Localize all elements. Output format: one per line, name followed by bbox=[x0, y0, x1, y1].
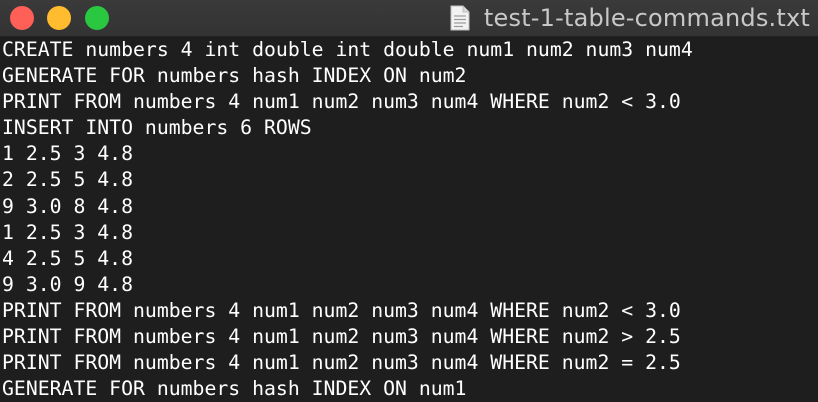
text-line[interactable]: 9 3.0 9 4.8 bbox=[2, 272, 816, 298]
title-bar[interactable]: test-1-table-commands.txt bbox=[0, 0, 818, 37]
text-line[interactable]: 1 2.5 3 4.8 bbox=[2, 141, 816, 167]
text-line[interactable]: GENERATE FOR numbers hash INDEX ON num1 bbox=[2, 376, 816, 402]
title-group: test-1-table-commands.txt bbox=[450, 0, 810, 36]
close-button[interactable] bbox=[10, 6, 34, 30]
text-line[interactable]: PRINT FROM numbers 4 num1 num2 num3 num4… bbox=[2, 89, 816, 115]
text-content[interactable]: CREATE numbers 4 int double int double n… bbox=[2, 37, 816, 402]
text-line[interactable]: GENERATE FOR numbers hash INDEX ON num2 bbox=[2, 63, 816, 89]
window-title: test-1-table-commands.txt bbox=[483, 4, 810, 32]
text-line[interactable]: PRINT FROM numbers 4 num1 num2 num3 num4… bbox=[2, 324, 816, 350]
text-line[interactable]: CREATE numbers 4 int double int double n… bbox=[2, 37, 816, 63]
text-line[interactable]: PRINT FROM numbers 4 num1 num2 num3 num4… bbox=[2, 350, 816, 376]
zoom-button[interactable] bbox=[85, 6, 109, 30]
text-line[interactable]: 4 2.5 5 4.8 bbox=[2, 246, 816, 272]
text-line[interactable]: 9 3.0 8 4.8 bbox=[2, 194, 816, 220]
text-editor-window: test-1-table-commands.txt CREATE numbers… bbox=[0, 0, 818, 402]
text-line[interactable]: INSERT INTO numbers 6 ROWS bbox=[2, 115, 816, 141]
text-line[interactable]: 2 2.5 5 4.8 bbox=[2, 167, 816, 193]
text-line[interactable]: PRINT FROM numbers 4 num1 num2 num3 num4… bbox=[2, 298, 816, 324]
minimize-button[interactable] bbox=[47, 6, 71, 30]
document-icon bbox=[450, 5, 470, 31]
text-line[interactable]: 1 2.5 3 4.8 bbox=[2, 220, 816, 246]
